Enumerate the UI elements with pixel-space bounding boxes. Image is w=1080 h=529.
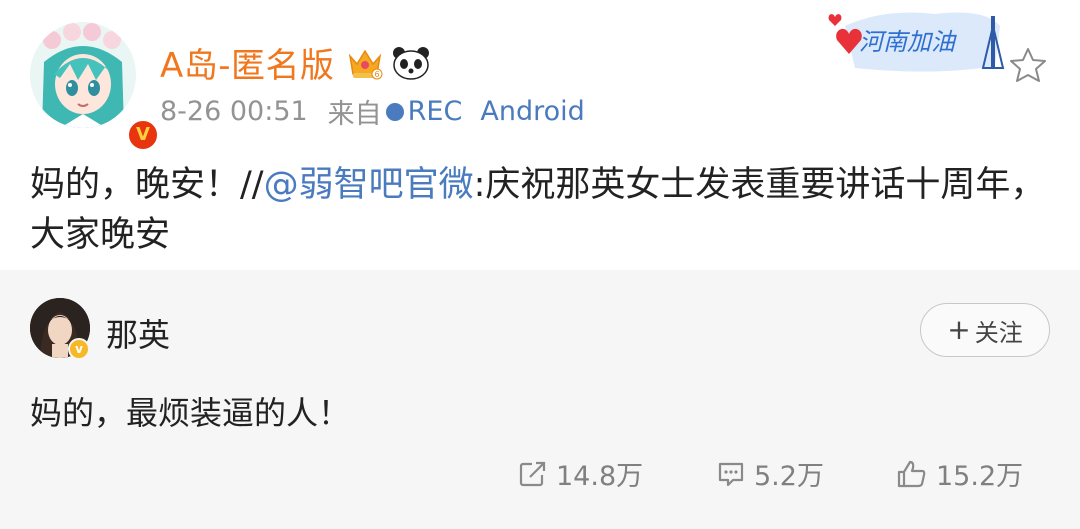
henan-badge-icon[interactable]: 河南加油	[815, 6, 1015, 76]
source-device[interactable]: Android	[480, 96, 584, 127]
star-icon[interactable]	[1008, 46, 1048, 84]
crown-icon[interactable]: 6	[347, 46, 383, 80]
like-button[interactable]: 15.2万	[896, 454, 1023, 493]
henan-badge-text: 河南加油	[859, 28, 957, 56]
comment-button[interactable]: 5.2万	[716, 454, 824, 493]
post-text-before: 妈的，晚安！//	[30, 165, 264, 205]
source-rec[interactable]: REC	[408, 96, 463, 127]
share-button[interactable]: 14.8万	[518, 454, 643, 493]
follow-button[interactable]: + 关注	[920, 303, 1050, 357]
post-text: 妈的，晚安！//@弱智吧官微:庆祝那英女士发表重要讲话十周年，大家晚安	[30, 160, 1060, 260]
like-icon	[897, 460, 926, 487]
mention-link[interactable]: @弱智吧官微	[264, 165, 474, 205]
repost-author-name[interactable]: 那英	[106, 310, 170, 356]
rec-dot-icon	[385, 102, 404, 121]
plus-icon: +	[947, 313, 971, 346]
weibo-post: V A岛-匿名版 6 8-26 00:51 来自 REC Android 河南加…	[0, 0, 1080, 270]
share-count: 14.8万	[556, 461, 644, 492]
post-time: 8-26 00:51	[160, 96, 308, 127]
source-label: 来自	[327, 99, 382, 130]
post-meta: 8-26 00:51 来自 REC Android	[160, 92, 585, 131]
verified-icon: V	[126, 118, 160, 152]
repost-text: 妈的，最烦装逼的人！	[30, 394, 351, 432]
svg-text:6: 6	[374, 70, 379, 79]
reposted-post[interactable]: v 那英 + 关注 妈的，最烦装逼的人！ 14.8万 5.2万 15.2万	[0, 270, 1080, 529]
comment-icon	[718, 462, 744, 486]
repost-actions: 14.8万 5.2万 15.2万	[0, 454, 1080, 494]
panda-icon[interactable]	[391, 45, 431, 81]
author-avatar[interactable]: V	[30, 22, 160, 152]
follow-label: 关注	[974, 318, 1023, 347]
comment-count: 5.2万	[754, 461, 824, 492]
like-count: 15.2万	[936, 461, 1024, 492]
author-row: A岛-匿名版 6	[160, 38, 431, 87]
share-icon	[519, 461, 546, 486]
author-name[interactable]: A岛-匿名版	[160, 38, 335, 87]
repost-verified-icon: v	[68, 338, 90, 360]
